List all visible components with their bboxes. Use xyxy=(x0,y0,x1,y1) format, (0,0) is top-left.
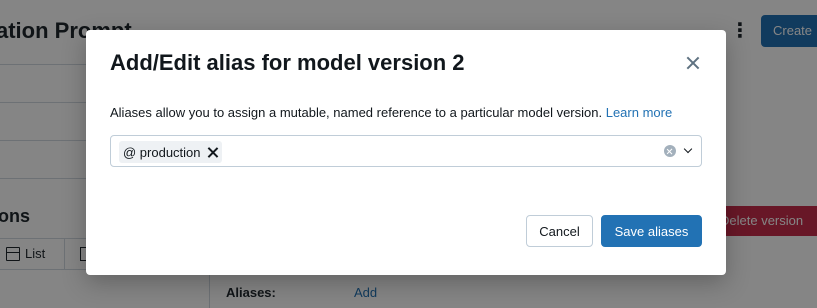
alias-tag: @ production xyxy=(119,141,222,163)
alias-modal: Add/Edit alias for model version 2 Alias… xyxy=(86,30,726,275)
modal-title: Add/Edit alias for model version 2 xyxy=(110,50,465,75)
clear-icon[interactable] xyxy=(664,145,676,157)
tag-remove-icon[interactable] xyxy=(207,147,218,158)
alias-select-input[interactable]: @ production xyxy=(110,135,702,167)
save-aliases-button[interactable]: Save aliases xyxy=(601,215,702,247)
close-icon[interactable] xyxy=(684,54,702,72)
alias-tag-label: @ production xyxy=(123,144,201,160)
learn-more-link[interactable]: Learn more xyxy=(606,105,672,120)
cancel-button[interactable]: Cancel xyxy=(526,215,593,247)
chevron-down-icon[interactable] xyxy=(683,145,693,155)
modal-description: Aliases allow you to assign a mutable, n… xyxy=(110,105,672,120)
description-text: Aliases allow you to assign a mutable, n… xyxy=(110,105,603,120)
